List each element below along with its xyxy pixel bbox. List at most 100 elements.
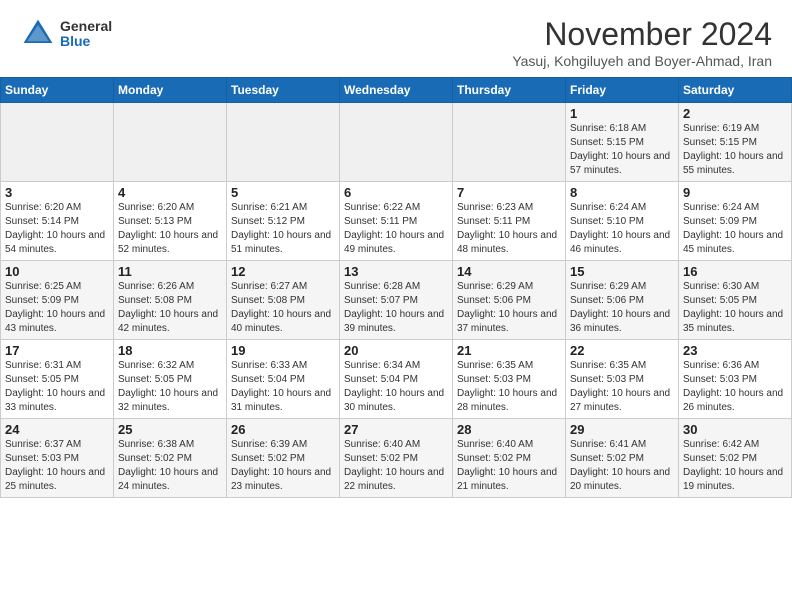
title-block: November 2024 Yasuj, Kohgiluyeh and Boye… xyxy=(512,16,772,69)
calendar-cell: 9Sunrise: 6:24 AM Sunset: 5:09 PM Daylig… xyxy=(679,182,792,261)
subtitle: Yasuj, Kohgiluyeh and Boyer-Ahmad, Iran xyxy=(512,53,772,69)
calendar-week-4: 17Sunrise: 6:31 AM Sunset: 5:05 PM Dayli… xyxy=(1,340,792,419)
day-header-wednesday: Wednesday xyxy=(340,78,453,103)
day-info: Sunrise: 6:36 AM Sunset: 5:03 PM Dayligh… xyxy=(683,359,787,415)
day-number: 15 xyxy=(570,264,674,279)
calendar-cell: 4Sunrise: 6:20 AM Sunset: 5:13 PM Daylig… xyxy=(114,182,227,261)
calendar-cell: 17Sunrise: 6:31 AM Sunset: 5:05 PM Dayli… xyxy=(1,340,114,419)
calendar-cell xyxy=(227,103,340,182)
day-info: Sunrise: 6:25 AM Sunset: 5:09 PM Dayligh… xyxy=(5,280,109,336)
day-header-tuesday: Tuesday xyxy=(227,78,340,103)
day-number: 18 xyxy=(118,343,222,358)
calendar-cell: 20Sunrise: 6:34 AM Sunset: 5:04 PM Dayli… xyxy=(340,340,453,419)
day-info: Sunrise: 6:23 AM Sunset: 5:11 PM Dayligh… xyxy=(457,201,561,257)
day-info: Sunrise: 6:19 AM Sunset: 5:15 PM Dayligh… xyxy=(683,122,787,178)
day-number: 7 xyxy=(457,185,561,200)
day-info: Sunrise: 6:42 AM Sunset: 5:02 PM Dayligh… xyxy=(683,438,787,494)
calendar-cell: 8Sunrise: 6:24 AM Sunset: 5:10 PM Daylig… xyxy=(566,182,679,261)
day-number: 20 xyxy=(344,343,448,358)
day-number: 24 xyxy=(5,422,109,437)
day-number: 23 xyxy=(683,343,787,358)
day-number: 10 xyxy=(5,264,109,279)
day-number: 1 xyxy=(570,106,674,121)
day-number: 11 xyxy=(118,264,222,279)
month-title: November 2024 xyxy=(512,16,772,53)
day-number: 16 xyxy=(683,264,787,279)
day-number: 13 xyxy=(344,264,448,279)
day-number: 19 xyxy=(231,343,335,358)
calendar-cell: 26Sunrise: 6:39 AM Sunset: 5:02 PM Dayli… xyxy=(227,419,340,498)
calendar-cell: 14Sunrise: 6:29 AM Sunset: 5:06 PM Dayli… xyxy=(453,261,566,340)
day-info: Sunrise: 6:35 AM Sunset: 5:03 PM Dayligh… xyxy=(570,359,674,415)
calendar-cell: 11Sunrise: 6:26 AM Sunset: 5:08 PM Dayli… xyxy=(114,261,227,340)
calendar-cell: 16Sunrise: 6:30 AM Sunset: 5:05 PM Dayli… xyxy=(679,261,792,340)
calendar-cell: 10Sunrise: 6:25 AM Sunset: 5:09 PM Dayli… xyxy=(1,261,114,340)
logo-icon xyxy=(20,16,56,52)
calendar-cell: 28Sunrise: 6:40 AM Sunset: 5:02 PM Dayli… xyxy=(453,419,566,498)
day-header-thursday: Thursday xyxy=(453,78,566,103)
calendar-cell: 23Sunrise: 6:36 AM Sunset: 5:03 PM Dayli… xyxy=(679,340,792,419)
day-number: 9 xyxy=(683,185,787,200)
calendar-cell: 24Sunrise: 6:37 AM Sunset: 5:03 PM Dayli… xyxy=(1,419,114,498)
day-number: 14 xyxy=(457,264,561,279)
calendar-cell xyxy=(340,103,453,182)
calendar: SundayMondayTuesdayWednesdayThursdayFrid… xyxy=(0,77,792,498)
calendar-week-5: 24Sunrise: 6:37 AM Sunset: 5:03 PM Dayli… xyxy=(1,419,792,498)
day-number: 5 xyxy=(231,185,335,200)
day-number: 27 xyxy=(344,422,448,437)
day-number: 17 xyxy=(5,343,109,358)
day-info: Sunrise: 6:30 AM Sunset: 5:05 PM Dayligh… xyxy=(683,280,787,336)
calendar-week-1: 1Sunrise: 6:18 AM Sunset: 5:15 PM Daylig… xyxy=(1,103,792,182)
day-info: Sunrise: 6:34 AM Sunset: 5:04 PM Dayligh… xyxy=(344,359,448,415)
day-number: 8 xyxy=(570,185,674,200)
day-info: Sunrise: 6:28 AM Sunset: 5:07 PM Dayligh… xyxy=(344,280,448,336)
day-header-sunday: Sunday xyxy=(1,78,114,103)
calendar-cell: 6Sunrise: 6:22 AM Sunset: 5:11 PM Daylig… xyxy=(340,182,453,261)
header: General Blue November 2024 Yasuj, Kohgil… xyxy=(0,0,792,77)
calendar-cell: 12Sunrise: 6:27 AM Sunset: 5:08 PM Dayli… xyxy=(227,261,340,340)
day-info: Sunrise: 6:32 AM Sunset: 5:05 PM Dayligh… xyxy=(118,359,222,415)
calendar-cell xyxy=(453,103,566,182)
calendar-week-3: 10Sunrise: 6:25 AM Sunset: 5:09 PM Dayli… xyxy=(1,261,792,340)
calendar-cell: 18Sunrise: 6:32 AM Sunset: 5:05 PM Dayli… xyxy=(114,340,227,419)
day-info: Sunrise: 6:37 AM Sunset: 5:03 PM Dayligh… xyxy=(5,438,109,494)
calendar-week-2: 3Sunrise: 6:20 AM Sunset: 5:14 PM Daylig… xyxy=(1,182,792,261)
day-info: Sunrise: 6:20 AM Sunset: 5:13 PM Dayligh… xyxy=(118,201,222,257)
calendar-cell: 25Sunrise: 6:38 AM Sunset: 5:02 PM Dayli… xyxy=(114,419,227,498)
calendar-cell: 1Sunrise: 6:18 AM Sunset: 5:15 PM Daylig… xyxy=(566,103,679,182)
calendar-header-row: SundayMondayTuesdayWednesdayThursdayFrid… xyxy=(1,78,792,103)
day-number: 30 xyxy=(683,422,787,437)
day-header-saturday: Saturday xyxy=(679,78,792,103)
day-number: 25 xyxy=(118,422,222,437)
day-info: Sunrise: 6:24 AM Sunset: 5:09 PM Dayligh… xyxy=(683,201,787,257)
calendar-cell: 29Sunrise: 6:41 AM Sunset: 5:02 PM Dayli… xyxy=(566,419,679,498)
day-number: 29 xyxy=(570,422,674,437)
day-header-monday: Monday xyxy=(114,78,227,103)
day-info: Sunrise: 6:29 AM Sunset: 5:06 PM Dayligh… xyxy=(570,280,674,336)
calendar-cell: 2Sunrise: 6:19 AM Sunset: 5:15 PM Daylig… xyxy=(679,103,792,182)
calendar-cell: 7Sunrise: 6:23 AM Sunset: 5:11 PM Daylig… xyxy=(453,182,566,261)
day-info: Sunrise: 6:40 AM Sunset: 5:02 PM Dayligh… xyxy=(344,438,448,494)
calendar-cell xyxy=(114,103,227,182)
day-number: 12 xyxy=(231,264,335,279)
day-info: Sunrise: 6:40 AM Sunset: 5:02 PM Dayligh… xyxy=(457,438,561,494)
logo: General Blue xyxy=(20,16,112,52)
day-number: 4 xyxy=(118,185,222,200)
day-info: Sunrise: 6:41 AM Sunset: 5:02 PM Dayligh… xyxy=(570,438,674,494)
calendar-cell: 15Sunrise: 6:29 AM Sunset: 5:06 PM Dayli… xyxy=(566,261,679,340)
day-info: Sunrise: 6:39 AM Sunset: 5:02 PM Dayligh… xyxy=(231,438,335,494)
calendar-cell: 5Sunrise: 6:21 AM Sunset: 5:12 PM Daylig… xyxy=(227,182,340,261)
logo-general-text: General xyxy=(60,19,112,34)
day-info: Sunrise: 6:20 AM Sunset: 5:14 PM Dayligh… xyxy=(5,201,109,257)
day-info: Sunrise: 6:26 AM Sunset: 5:08 PM Dayligh… xyxy=(118,280,222,336)
day-header-friday: Friday xyxy=(566,78,679,103)
day-number: 26 xyxy=(231,422,335,437)
day-info: Sunrise: 6:21 AM Sunset: 5:12 PM Dayligh… xyxy=(231,201,335,257)
day-number: 6 xyxy=(344,185,448,200)
day-info: Sunrise: 6:18 AM Sunset: 5:15 PM Dayligh… xyxy=(570,122,674,178)
calendar-cell: 30Sunrise: 6:42 AM Sunset: 5:02 PM Dayli… xyxy=(679,419,792,498)
day-info: Sunrise: 6:31 AM Sunset: 5:05 PM Dayligh… xyxy=(5,359,109,415)
day-info: Sunrise: 6:29 AM Sunset: 5:06 PM Dayligh… xyxy=(457,280,561,336)
calendar-cell: 13Sunrise: 6:28 AM Sunset: 5:07 PM Dayli… xyxy=(340,261,453,340)
logo-blue-text: Blue xyxy=(60,34,112,49)
